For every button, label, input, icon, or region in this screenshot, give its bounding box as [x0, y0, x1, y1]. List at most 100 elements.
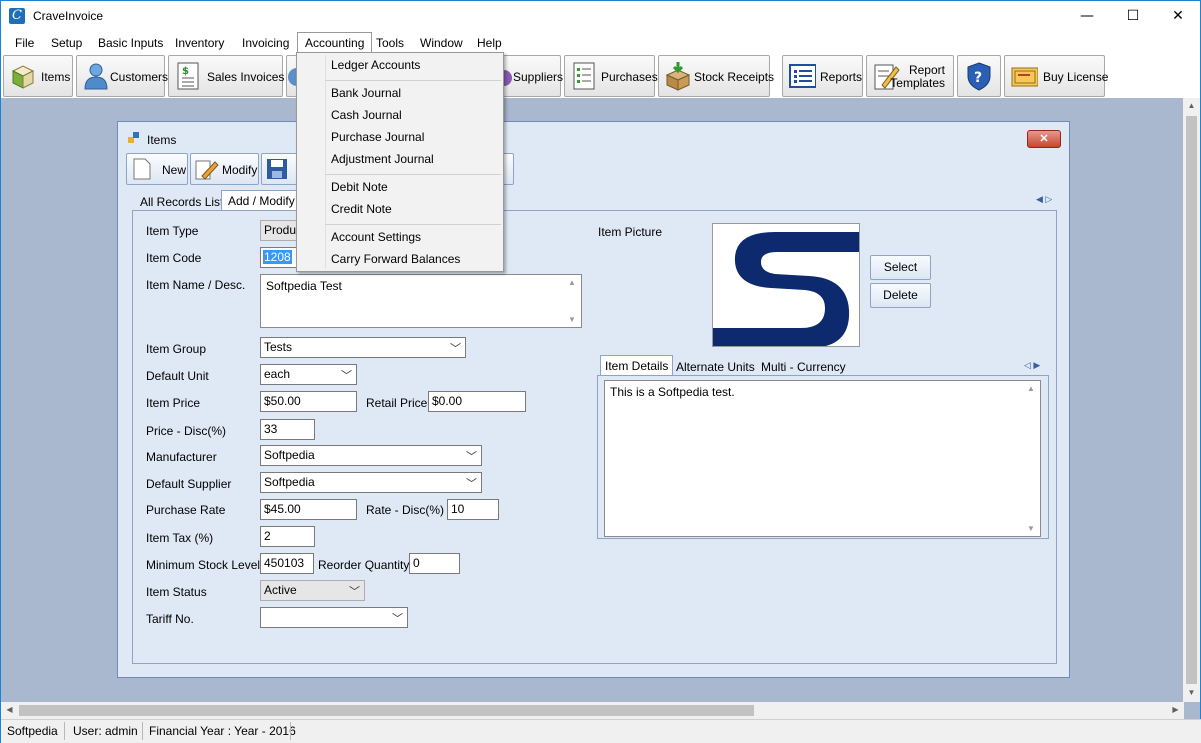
tab-add-modify[interactable]: Add / Modify — [221, 190, 302, 212]
menu-item-credit-note[interactable]: Credit Note — [297, 199, 503, 220]
retail-price-input[interactable]: $0.00 — [428, 391, 526, 412]
reorder-qty-label: Reorder Quantity — [318, 558, 410, 572]
toolbar-stock-receipts-button[interactable]: Stock Receipts — [658, 55, 774, 97]
tab-scroll-arrows[interactable]: ◀ ▷ — [1036, 194, 1052, 205]
close-button[interactable]: ✕ — [1155, 1, 1201, 31]
menu-file[interactable]: File — [8, 33, 41, 53]
item-price-input[interactable]: $50.00 — [260, 391, 357, 412]
rate-disc-input[interactable]: 10 — [447, 499, 499, 520]
menu-item-adjustment-journal[interactable]: Adjustment Journal — [297, 149, 503, 170]
scroll-right-icon[interactable]: ▶ — [1167, 705, 1184, 714]
customer-person-icon — [84, 63, 108, 90]
tariff-select[interactable]: ﹀ — [260, 607, 408, 628]
menu-separator — [325, 80, 501, 81]
items-window-titlebar[interactable]: Items ✕ — [118, 122, 1069, 150]
item-tax-input[interactable]: 2 — [260, 526, 315, 547]
item-picture-label: Item Picture — [598, 225, 663, 239]
toolbar-purchases-button[interactable]: Purchases — [564, 55, 658, 97]
item-name-textarea[interactable]: Softpedia Test ▲ ▼ — [260, 274, 582, 328]
item-code-input[interactable]: 1208 — [260, 247, 300, 268]
manufacturer-select[interactable]: Softpedia ﹀ — [260, 445, 482, 466]
item-name-scrollbar[interactable]: ▲ ▼ — [564, 275, 581, 327]
default-unit-label: Default Unit — [146, 369, 209, 383]
maximize-button[interactable]: ☐ — [1110, 1, 1156, 31]
toolbar-items-button[interactable]: Items — [3, 55, 73, 97]
menu-item-carry-forward-balances[interactable]: Carry Forward Balances — [297, 249, 503, 270]
chevron-down-icon: ﹀ — [341, 370, 352, 382]
detail-tab-scroll-arrows[interactable]: ◁ ▶ — [1024, 360, 1040, 371]
status-separator — [142, 722, 143, 740]
item-status-select[interactable]: Active ﹀ — [260, 580, 365, 601]
license-certificate-icon — [1011, 67, 1038, 87]
item-type-select[interactable]: Produc — [260, 220, 300, 241]
manufacturer-value: Softpedia — [264, 448, 315, 462]
item-tax-label: Item Tax (%) — [146, 531, 214, 545]
picture-select-button[interactable]: Select — [870, 255, 931, 280]
picture-delete-button[interactable]: Delete — [870, 283, 931, 308]
menu-invoicing[interactable]: Invoicing — [235, 33, 296, 53]
menu-setup[interactable]: Setup — [44, 33, 89, 53]
menu-item-account-settings[interactable]: Account Settings — [297, 227, 503, 248]
reorder-qty-input[interactable]: 0 — [409, 553, 460, 574]
workspace-horizontal-scrollbar[interactable]: ◀ ▶ — [1, 702, 1184, 719]
scroll-up-icon[interactable]: ▲ — [1183, 101, 1200, 110]
item-picture — [712, 223, 860, 347]
mdi-workspace: Items ✕ New Modify All Records List Add … — [0, 98, 1201, 743]
svg-text:$: $ — [182, 66, 189, 77]
tab-item-details[interactable]: Item Details — [600, 355, 674, 377]
menu-basic-inputs[interactable]: Basic Inputs — [91, 33, 170, 53]
new-button[interactable]: New — [126, 153, 188, 185]
items-window-close-button[interactable]: ✕ — [1027, 130, 1061, 148]
menu-item-ledger-accounts[interactable]: Ledger Accounts — [297, 55, 503, 76]
minimize-button[interactable]: — — [1064, 1, 1110, 31]
menu-item-purchase-journal[interactable]: Purchase Journal — [297, 127, 503, 148]
toolbar-customers-button[interactable]: Customers — [76, 55, 168, 97]
purchase-rate-input[interactable]: $45.00 — [260, 499, 357, 520]
item-details-textarea[interactable]: This is a Softpedia test. ▲ ▼ — [604, 380, 1041, 537]
chevron-down-icon: ﹀ — [450, 343, 461, 355]
item-group-select[interactable]: Tests ﹀ — [260, 337, 466, 358]
detail-tabs: Item Details Alternate Units Multi - Cur… — [600, 355, 1050, 377]
item-name-value: Softpedia Test — [266, 279, 342, 293]
accounting-dropdown-menu: Ledger Accounts Bank Journal Cash Journa… — [296, 52, 504, 272]
menu-separator — [325, 174, 501, 175]
default-unit-select[interactable]: each ﹀ — [260, 364, 357, 385]
menu-help[interactable]: Help — [470, 33, 509, 53]
menu-accounting[interactable]: Accounting — [297, 32, 373, 54]
tariff-label: Tariff No. — [146, 612, 194, 626]
menu-item-cash-journal[interactable]: Cash Journal — [297, 105, 503, 126]
save-disk-icon — [267, 159, 287, 179]
toolbar-report-templates-label: Report Templates — [890, 64, 945, 90]
toolbar-suppliers-button[interactable]: Suppliers — [503, 55, 564, 97]
app-icon: C — [9, 8, 25, 24]
menu-window[interactable]: Window — [413, 33, 470, 53]
modify-button[interactable]: Modify — [190, 153, 259, 185]
toolbar-suppliers-label: Suppliers — [513, 70, 564, 84]
menu-item-debit-note[interactable]: Debit Note — [297, 177, 503, 198]
scroll-left-icon[interactable]: ◀ — [1, 705, 18, 714]
default-supplier-select[interactable]: Softpedia ﹀ — [260, 472, 482, 493]
price-disc-label: Price - Disc(%) — [146, 424, 226, 438]
toolbar-purchases-label: Purchases — [601, 70, 658, 84]
horizontal-scroll-thumb[interactable] — [19, 705, 754, 716]
toolbar-buy-license-button[interactable]: Buy License — [1004, 55, 1108, 97]
report-templates-line2: Templates — [890, 76, 945, 90]
price-disc-input[interactable]: 33 — [260, 419, 315, 440]
menu-tools[interactable]: Tools — [369, 33, 411, 53]
save-button[interactable] — [261, 153, 298, 185]
toolbar-reports-button[interactable]: Reports — [782, 55, 863, 97]
chevron-down-icon: ﹀ — [466, 478, 477, 490]
reports-list-icon — [789, 64, 816, 88]
item-details-scrollbar[interactable]: ▲ ▼ — [1023, 381, 1040, 536]
toolbar-items-label: Items — [41, 70, 71, 84]
menu-item-bank-journal[interactable]: Bank Journal — [297, 83, 503, 104]
min-stock-input[interactable]: 450103 — [260, 553, 314, 574]
workspace-vertical-scrollbar[interactable]: ▲ ▼ — [1183, 98, 1200, 702]
vertical-scroll-thumb[interactable] — [1186, 116, 1197, 684]
scroll-down-icon[interactable]: ▼ — [1183, 688, 1200, 697]
toolbar-report-templates-button[interactable]: Report Templates — [866, 55, 954, 97]
softpedia-s-logo — [713, 232, 859, 346]
toolbar-help-button[interactable]: ? — [957, 55, 1001, 97]
toolbar-sales-invoices-button[interactable]: $ Sales Invoices — [168, 55, 284, 97]
menu-inventory[interactable]: Inventory — [168, 33, 231, 53]
